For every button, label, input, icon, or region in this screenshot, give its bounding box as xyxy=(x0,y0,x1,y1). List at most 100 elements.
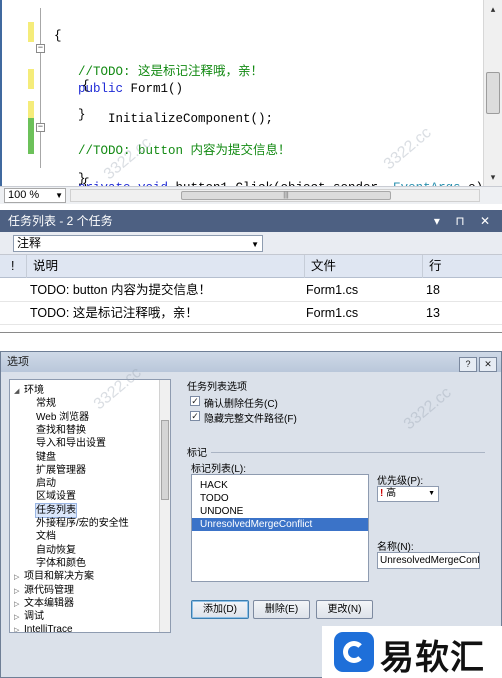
zoom-select[interactable]: 100 % ▼ xyxy=(4,188,66,203)
section-heading: 任务列表选项 xyxy=(187,382,247,393)
task-type-select[interactable]: 注释 ▼ xyxy=(13,235,263,252)
logo-text: 易软汇 xyxy=(380,638,485,678)
tree-item-label: 键盘 xyxy=(36,451,56,463)
tree-item[interactable]: 键盘 xyxy=(36,451,56,464)
scroll-thumb[interactable]: ||| xyxy=(181,191,391,200)
collapse-toggle[interactable]: − xyxy=(36,44,45,53)
tree-item-label: 项目和解决方案 xyxy=(24,571,94,583)
tree-item-label: Web 浏览器 xyxy=(36,411,90,423)
column-header-line[interactable]: 行 xyxy=(422,255,502,278)
code-line[interactable]: } xyxy=(2,166,480,203)
code-editor[interactable]: { //TODO: 这是标记注释哦，亲！ − public Form1() { … xyxy=(0,0,502,203)
tree-item-label: 启动 xyxy=(36,478,56,490)
tree-item[interactable]: 任务列表 xyxy=(35,502,77,518)
scroll-thumb[interactable] xyxy=(486,72,500,114)
tree-item[interactable]: ▷ 源代码管理 xyxy=(14,584,74,597)
tree-item[interactable]: 查找和替换 xyxy=(36,424,86,437)
section-heading: 标记 xyxy=(187,448,207,459)
priority-select[interactable]: ! 高 ▼ xyxy=(377,486,439,502)
tree-item[interactable]: ▷ IntelliTrace xyxy=(14,623,73,632)
chevron-down-icon: ▼ xyxy=(55,191,63,200)
tree-item-label: 查找和替换 xyxy=(36,424,86,436)
scroll-down-icon[interactable]: ▾ xyxy=(486,170,500,184)
tree-item[interactable]: ▷ 项目和解决方案 xyxy=(14,570,94,583)
add-button[interactable]: 添加(D) xyxy=(191,600,249,619)
tree-item[interactable]: 文档 xyxy=(36,530,56,543)
tree-item[interactable]: 区域设置 xyxy=(36,490,76,503)
divider xyxy=(211,452,485,453)
tree-item[interactable]: ◢ 环境 xyxy=(14,384,44,397)
close-icon[interactable]: ✕ xyxy=(479,357,497,372)
collapsed-arrow-icon[interactable]: ▷ xyxy=(14,624,24,632)
tree-item-label: 文档 xyxy=(36,531,56,543)
list-item-selected[interactable]: UnresolvedMergeConflict xyxy=(192,518,368,531)
tree-item-label: 文本编辑器 xyxy=(24,597,74,609)
collapsed-arrow-icon[interactable]: ▷ xyxy=(14,611,24,624)
tree-item-label: 区域设置 xyxy=(36,491,76,503)
tree-scrollbar[interactable] xyxy=(159,380,170,632)
list-item[interactable]: TODO xyxy=(192,492,368,505)
task-list-title-bar: 任务列表 - 2 个任务 ▾ ⊓ ✕ xyxy=(0,210,502,232)
tree-item[interactable]: Web 浏览器 xyxy=(36,411,89,424)
task-filter-bar: 注释 ▼ xyxy=(0,232,502,255)
chevron-down-icon: ▼ xyxy=(251,240,259,249)
tree-item-label: 外接程序/宏的安全性 xyxy=(36,518,129,529)
confirm-delete-label: 确认删除任务(C) xyxy=(204,399,278,410)
dialog-title-bar: 选项 ? ✕ xyxy=(1,352,501,372)
tree-item-label: 调试 xyxy=(24,611,44,623)
collapsed-arrow-icon[interactable]: ▷ xyxy=(14,585,24,598)
change-button[interactable]: 更改(N) xyxy=(316,600,373,619)
tree-item-label: 字体和颜色 xyxy=(36,557,86,569)
tree-item[interactable]: 自动恢复 xyxy=(36,544,76,557)
site-logo: 易软汇 xyxy=(322,626,502,678)
delete-button[interactable]: 删除(E) xyxy=(253,600,310,619)
collapse-toggle[interactable]: − xyxy=(36,123,45,132)
token-name-input[interactable]: UnresolvedMergeConflic xyxy=(377,552,480,569)
tree-item-label: 源代码管理 xyxy=(24,584,74,596)
priority-label: 优先级(P): xyxy=(377,476,424,487)
tree-item-label: 环境 xyxy=(24,385,44,396)
panel-window-icons[interactable]: ▾ ⊓ ✕ xyxy=(434,210,496,232)
column-header-file[interactable]: 文件 xyxy=(304,255,422,278)
vertical-scrollbar[interactable]: ▴ ▾ xyxy=(483,0,502,186)
tree-item[interactable]: 常规 xyxy=(36,397,56,410)
name-label: 名称(N): xyxy=(377,542,414,553)
token-list[interactable]: HACK TODO UNDONE UnresolvedMergeConflict xyxy=(191,474,369,582)
tree-item[interactable]: 导入和导出设置 xyxy=(36,437,106,450)
logo-icon xyxy=(334,632,374,672)
panel-title: 任务列表 - 2 个任务 xyxy=(8,214,113,228)
tree-item[interactable]: 字体和颜色 xyxy=(36,557,86,570)
high-priority-icon: ! xyxy=(380,488,384,499)
scroll-thumb[interactable] xyxy=(161,420,169,500)
collapsed-arrow-icon[interactable]: ▷ xyxy=(14,598,24,611)
column-header-description[interactable]: 说明 xyxy=(26,255,304,278)
collapsed-arrow-icon[interactable]: ▷ xyxy=(14,571,24,584)
token-list-label: 标记列表(L): xyxy=(191,464,246,475)
tree-item-label: 常规 xyxy=(36,398,56,410)
list-item[interactable]: UNDONE xyxy=(192,505,368,518)
tree-item[interactable]: 外接程序/宏的安全性 xyxy=(36,517,129,530)
tree-item[interactable]: ▷ 文本编辑器 xyxy=(14,597,74,610)
hide-path-checkbox[interactable]: ✓ xyxy=(190,411,200,421)
tree-item[interactable]: ▷ 调试 xyxy=(14,610,44,623)
confirm-delete-checkbox[interactable]: ✓ xyxy=(190,396,200,406)
column-header-flag[interactable]: ! xyxy=(11,255,25,278)
help-icon[interactable]: ? xyxy=(459,357,477,372)
editor-status-bar: 100 % ▼ ||| xyxy=(0,186,502,204)
options-tree[interactable]: ◢ 环境 常规 Web 浏览器 查找和替换 导入和导出设置 键盘 扩展管理器 启动 区域设置 任务列… xyxy=(9,379,171,633)
tree-item[interactable]: 扩展管理器 xyxy=(36,464,86,477)
list-item[interactable]: HACK xyxy=(192,479,368,492)
tree-item-label: 扩展管理器 xyxy=(36,464,86,476)
table-row[interactable]: TODO: button 内容为提交信息！ Form1.cs 18 xyxy=(0,279,502,302)
visual-studio-window: { //TODO: 这是标记注释哦，亲！ − public Form1() { … xyxy=(0,0,502,333)
chevron-down-icon: ▼ xyxy=(428,490,435,497)
split-arrow-icon[interactable]: ▴ xyxy=(486,2,500,16)
task-list-options-panel: 任务列表选项 ✓ 确认删除任务(C) ✓ 隐藏完整文件路径(F) 标记 标记列表… xyxy=(187,378,487,658)
tree-item-label: 任务列表 xyxy=(36,504,76,516)
expanded-arrow-icon[interactable]: ◢ xyxy=(14,385,24,398)
hide-path-label: 隐藏完整文件路径(F) xyxy=(204,414,297,425)
tree-item[interactable]: 启动 xyxy=(36,477,56,490)
table-header: ! 说明 文件 行 xyxy=(0,255,502,278)
table-row[interactable]: TODO: 这是标记注释哦，亲！ Form1.cs 13 xyxy=(0,302,502,325)
horizontal-scrollbar[interactable]: ||| xyxy=(70,189,480,202)
